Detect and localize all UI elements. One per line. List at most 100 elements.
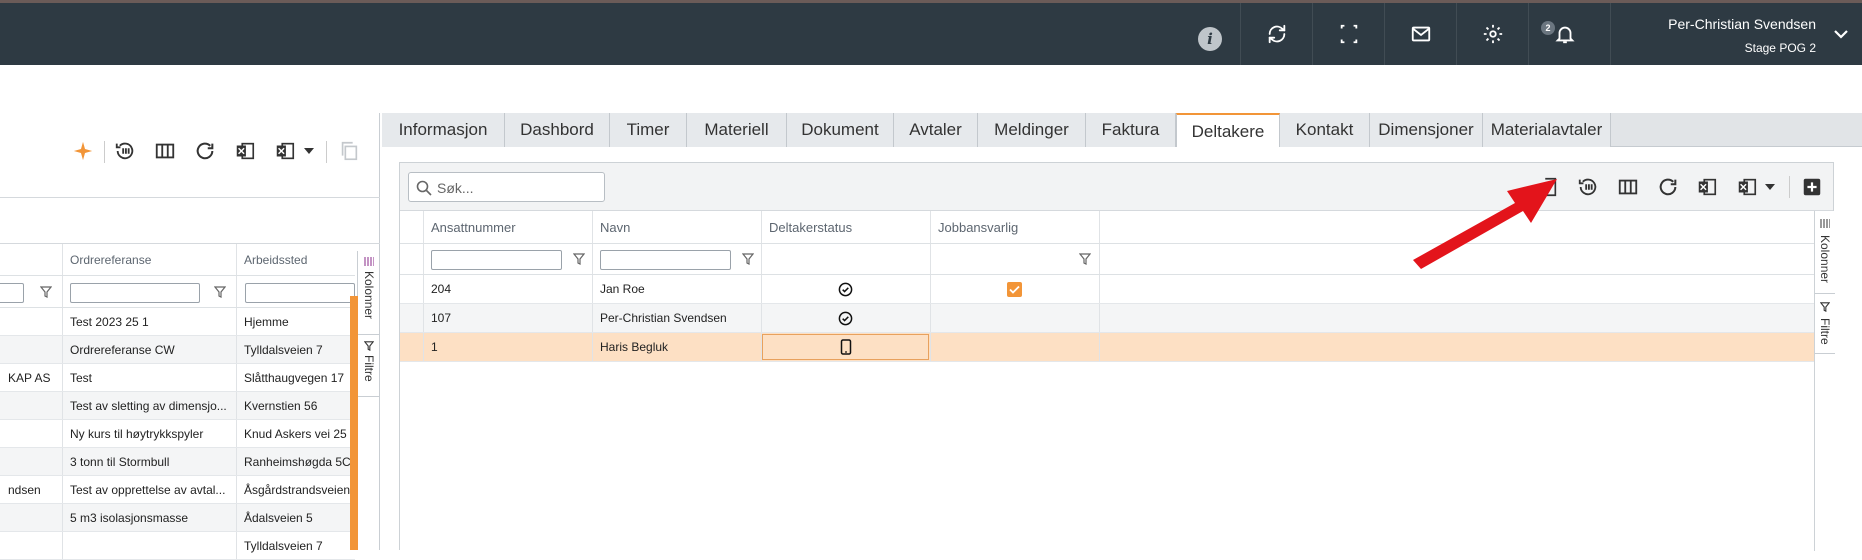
column-header-deltakerstatus[interactable]: Deltakerstatus: [761, 211, 930, 243]
filter-input[interactable]: [0, 283, 24, 303]
sync-button[interactable]: [1240, 3, 1312, 65]
cell-kunde: [0, 532, 62, 559]
chevron-down-icon[interactable]: [1834, 29, 1848, 39]
cell-arbeidssted: Knud Askers vei 25: [244, 426, 347, 441]
cell-ordrereferanse: Test av opprettelse av avtal...: [70, 482, 226, 497]
tab-meldinger[interactable]: Meldinger: [978, 113, 1086, 147]
column-header-ordrereferanse[interactable]: Ordrereferanse: [62, 244, 236, 275]
order-list-panel: Ordrereferanse Arbeidssted Test 2023 25 …: [0, 113, 380, 560]
filter-icon[interactable]: [742, 253, 754, 265]
filter-icon[interactable]: [40, 286, 52, 298]
notifications-button[interactable]: [1528, 3, 1600, 65]
filter-input-ansattnummer[interactable]: [431, 250, 562, 270]
table-row[interactable]: KAP AS Test Slåtthaugvegen 17: [0, 364, 355, 392]
table-row[interactable]: 1 Haris Begluk: [400, 333, 1814, 362]
toolbar-divider: [1789, 176, 1790, 198]
excel-export-button[interactable]: [232, 138, 258, 164]
column-header-navn[interactable]: Navn: [592, 211, 761, 243]
side-tab-kolonner[interactable]: Kolonner: [1815, 211, 1835, 294]
cell-jobbansvarlig[interactable]: [930, 275, 1099, 303]
history-button[interactable]: [1575, 174, 1601, 200]
info-icon[interactable]: i: [1198, 27, 1222, 51]
side-tab-filtre[interactable]: Filtre: [357, 335, 379, 397]
scroll-indicator[interactable]: [350, 296, 358, 550]
cell-deltakerstatus[interactable]: [761, 275, 930, 303]
search-input[interactable]: Søk...: [408, 172, 605, 202]
cell-arbeidssted: Kvernstien 56: [244, 398, 318, 413]
cell-kunde: [0, 336, 62, 363]
filter-input-arbeidssted[interactable]: [245, 283, 355, 303]
filter-icon[interactable]: [214, 286, 226, 298]
checkmark-icon: [1009, 285, 1020, 294]
table-row[interactable]: 3 tonn til Stormbull Ranheimshøgda 5C: [0, 448, 355, 476]
participants-grid-body: 204 Jan Roe 107 Per-Christian Svendsen 1 Hari…: [400, 275, 1814, 362]
table-row[interactable]: Test 2023 25 1 Hjemme: [0, 308, 355, 336]
refresh-button[interactable]: [192, 138, 218, 164]
cell-arbeidssted: Åsgårdstrandsveien: [244, 482, 351, 497]
copy-button[interactable]: [336, 138, 362, 164]
caret-down-icon[interactable]: [303, 147, 315, 155]
fullscreen-button[interactable]: [1312, 3, 1384, 65]
column-header-ansattnummer[interactable]: Ansattnummer: [423, 211, 592, 243]
cell-jobbansvarlig[interactable]: [930, 333, 1099, 361]
excel-dropdown-button[interactable]: [272, 138, 298, 164]
search-placeholder: Søk...: [437, 180, 474, 196]
excel-icon: [1738, 178, 1757, 196]
table-row[interactable]: Tylldalsveien 7: [0, 532, 355, 560]
participants-side-panel: Kolonner Filtre: [1814, 211, 1835, 551]
caret-down-icon[interactable]: [1764, 183, 1776, 191]
mail-button[interactable]: [1384, 3, 1456, 65]
column-header-arbeidssted[interactable]: Arbeidssted: [236, 244, 355, 275]
tab-informasjon[interactable]: Informasjon: [382, 113, 505, 147]
tab-timer[interactable]: Timer: [610, 113, 687, 147]
column-header-jobbansvarlig[interactable]: Jobbansvarlig: [930, 211, 1099, 243]
tab-dokument[interactable]: Dokument: [787, 113, 894, 147]
refresh-button[interactable]: [1655, 174, 1681, 200]
add-participant-button[interactable]: [1799, 174, 1825, 200]
sparkle-button[interactable]: [70, 138, 96, 164]
copy-icon: [341, 141, 358, 161]
cell-jobbansvarlig[interactable]: [930, 304, 1099, 332]
filter-icon[interactable]: [573, 253, 585, 265]
table-row[interactable]: Ordrereferanse CW Tylldalsveien 7: [0, 336, 355, 364]
cell-ordrereferanse: [62, 532, 236, 559]
filter-input-navn[interactable]: [600, 250, 731, 270]
tab-dimensjoner[interactable]: Dimensjoner: [1370, 113, 1483, 147]
check-circle-icon: [838, 282, 853, 296]
filter-icon[interactable]: [1079, 253, 1091, 265]
excel-export-button[interactable]: [1694, 174, 1720, 200]
tab-dashbord[interactable]: Dashbord: [505, 113, 610, 147]
excel-dropdown-button[interactable]: [1734, 174, 1760, 200]
columns-button[interactable]: [1615, 174, 1641, 200]
cell-ordrereferanse: Test: [70, 370, 93, 385]
table-row[interactable]: 204 Jan Roe: [400, 275, 1814, 304]
tab-materiell[interactable]: Materiell: [687, 113, 787, 147]
excel-icon: [276, 142, 295, 160]
tab-deltakere[interactable]: Deltakere: [1176, 113, 1280, 148]
tab-kontakt[interactable]: Kontakt: [1280, 113, 1370, 147]
tab-avtaler[interactable]: Avtaler: [894, 113, 978, 147]
table-row[interactable]: Ny kurs til høytrykkspyler Knud Askers ve…: [0, 420, 355, 448]
mail-icon: [1411, 26, 1430, 42]
tab-materialavtaler[interactable]: Materialavtaler: [1483, 113, 1611, 147]
filter-input-ordrereferanse[interactable]: [70, 283, 200, 303]
jobbansvarlig-checkbox[interactable]: [1007, 281, 1022, 297]
table-row[interactable]: 107 Per-Christian Svendsen: [400, 304, 1814, 333]
tab-faktura[interactable]: Faktura: [1086, 113, 1176, 147]
cell-ordrereferanse: Ordrereferanse CW: [70, 342, 175, 357]
table-row[interactable]: ndsen Test av opprettelse av avtal... Åsgå…: [0, 476, 355, 504]
settings-button[interactable]: [1456, 3, 1528, 65]
side-tab-label: Filtre: [362, 355, 376, 382]
cell-deltakerstatus[interactable]: [761, 304, 930, 332]
user-menu[interactable]: Per-Christian Svendsen Stage POG 2: [1610, 3, 1862, 65]
table-row[interactable]: 5 m3 isolasjonsmasse Ådalsveien 5: [0, 504, 355, 532]
sync-icon: [1268, 24, 1285, 44]
cell-navn: Jan Roe: [600, 282, 645, 296]
side-tab-label: Kolonner: [362, 271, 376, 320]
side-tab-kolonner[interactable]: Kolonner: [357, 251, 379, 335]
history-button[interactable]: [112, 138, 138, 164]
side-tab-filtre[interactable]: Filtre: [1815, 294, 1835, 354]
table-row[interactable]: Test av sletting av dimensjo... Kvernstie…: [0, 392, 355, 420]
cell-ordrereferanse: 3 tonn til Stormbull: [70, 454, 170, 469]
columns-button[interactable]: [152, 138, 178, 164]
